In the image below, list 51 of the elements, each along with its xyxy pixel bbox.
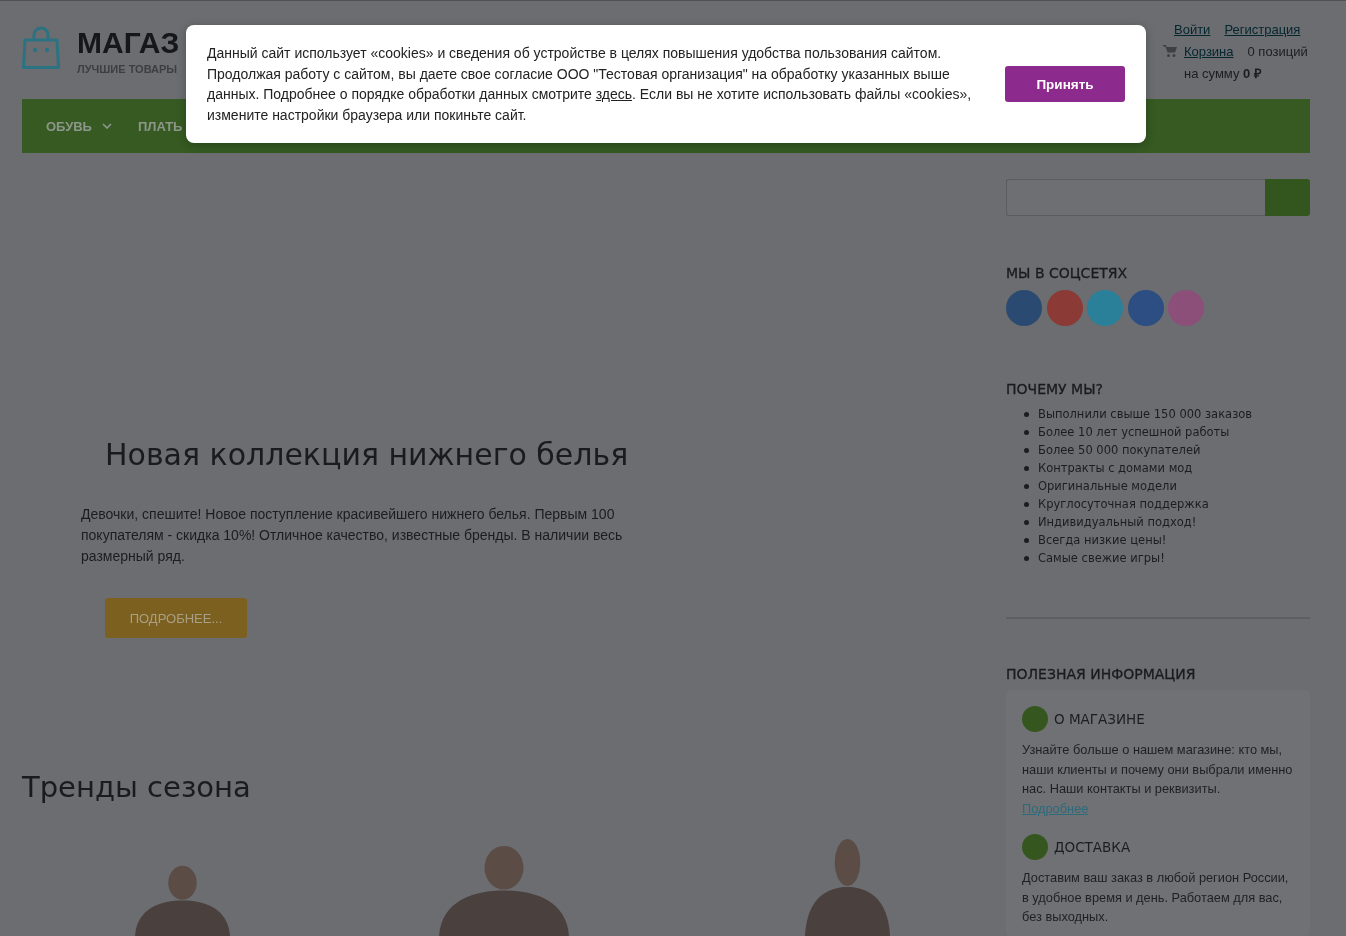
social-network-icon[interactable] (1087, 290, 1123, 326)
search-field[interactable] (1006, 179, 1265, 216)
bullet-icon (1024, 483, 1029, 489)
article-text: Узнайте больше о нашем магазине: кто мы, наши клиенты и почему они выбрали именно нас. Наши контакты и реквизиты. (1022, 741, 1294, 798)
list-item-text: Более 50 000 покупателей (1038, 442, 1201, 459)
cart-total: на сумму 0 ₽ (1184, 64, 1262, 82)
social-network-icon[interactable] (1168, 290, 1204, 326)
bullet-icon (1024, 555, 1029, 561)
bullet-icon (1024, 411, 1029, 417)
hero-title: Новая коллекция нижнего белья (105, 437, 629, 473)
sidebar-heading: ПОЛЕЗНАЯ ИНФОРМАЦИЯ (1006, 666, 1196, 682)
social-network-icon[interactable] (1127, 290, 1164, 326)
cart-count: 0 позиций (1247, 43, 1308, 59)
account-link[interactable]: Регистрация (1224, 22, 1301, 38)
article-title: О МАГАЗИНЕ (1054, 710, 1145, 728)
social-network-icon[interactable] (1006, 290, 1042, 326)
nav-item[interactable]: ОБУВЬ (46, 118, 112, 134)
list-item-text: Выполнили свыше 150 000 заказов (1038, 406, 1253, 423)
sidebar-heading: ПОЧЕМУ МЫ? (1006, 381, 1103, 397)
logo-title: МАГАЗ (77, 25, 180, 61)
bullet-icon (1024, 429, 1029, 435)
nav-item[interactable]: ПЛАТЬ (137, 118, 183, 134)
list-item-text: Оригинальные модели (1038, 478, 1177, 495)
article-title: ДОСТАВКА (1054, 838, 1131, 856)
more-button[interactable]: ПОДРОБНЕЕ... (105, 598, 247, 638)
cart-icon (1163, 45, 1177, 58)
bullet-icon (1024, 519, 1029, 525)
accept-button[interactable]: Принять (1005, 66, 1125, 102)
bullet-icon (1024, 465, 1029, 471)
search-button[interactable] (1265, 179, 1310, 216)
hero-text: Девочки, спешите! Новое поступление красивейшего нижнего белья. Первым 100 покупателям - скидка 10%! Отличное качество, известные бренды. В наличии весь размерный ряд. (81, 505, 624, 566)
list-item-text: Более 10 лет успешной работы (1038, 424, 1230, 441)
list-item-text: Всегда низкие цены! (1038, 532, 1167, 549)
bullet-icon (1024, 447, 1029, 453)
list-item-text: Контракты с домами мод (1038, 460, 1193, 477)
list-item-text: Самые свежие игры! (1038, 550, 1165, 567)
disc-icon (1022, 834, 1048, 860)
list-item-text: Индивидуальный подход! (1038, 514, 1197, 531)
section-title: Тренды сезона (22, 769, 251, 805)
cookie-notice-text: Данный сайт использует «cookies» и сведения об устройстве в целях повышения удобства пользования сайтом. Продолжая работу с сайтом, вы даете свое согласие ООО "Тестовая организация" на обработку указанных выше данных. Подробнее о порядке обработки данных смотрите здесь. Если вы не хотите использовать файлы «cookies», измените настройки браузера или покиньте сайт. (207, 44, 973, 125)
shopping-bag-icon (22, 25, 60, 69)
bullet-icon (1024, 537, 1029, 543)
social-network-icon[interactable] (1046, 290, 1083, 326)
sidebar-heading: МЫ В СОЦСЕТЯХ (1006, 265, 1128, 281)
article-text: Доставим ваш заказ в любой регион России, в удобное время и день. Работаем для вас, без выходных. (1022, 869, 1290, 926)
cart-link[interactable]: Корзина (1184, 43, 1234, 59)
disc-icon (1022, 706, 1048, 732)
account-link[interactable]: Войти (1174, 22, 1211, 38)
list-item-text: Круглосуточная поддержка (1038, 496, 1209, 513)
chevron-down-icon (101, 123, 112, 129)
bullet-icon (1024, 501, 1029, 507)
